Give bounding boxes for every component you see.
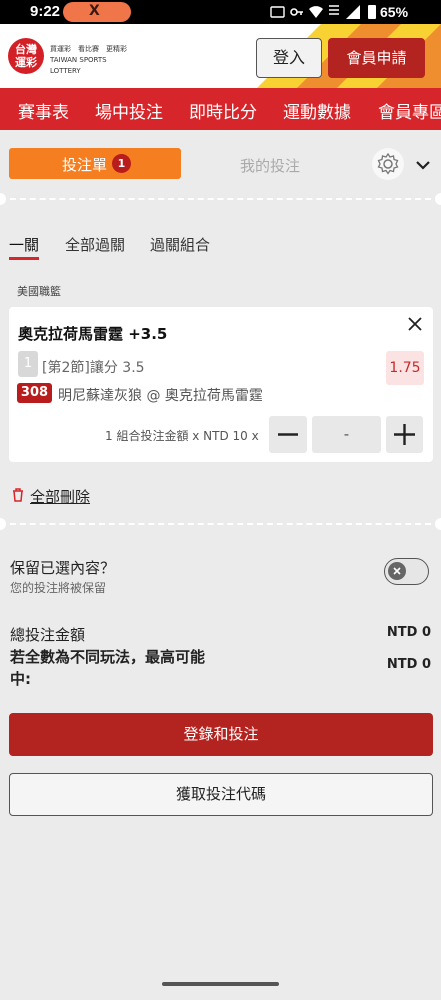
delete-all-label: 全部刪除	[30, 488, 91, 506]
settings-button[interactable]	[372, 148, 404, 180]
nav-item-live-scores[interactable]: 即時比分	[189, 98, 257, 123]
notification-pill: X	[63, 2, 131, 22]
bet-card: 奧克拉荷馬雷霆 +3.5 1 [第2節]讓分 3.5 1.75 308 明尼蘇達…	[9, 307, 433, 462]
divider	[10, 523, 431, 525]
main-nav: 賽事表 場中投注 即時比分 運動數據 會員專區	[0, 88, 441, 130]
divider	[10, 198, 431, 200]
divider-notch	[435, 518, 441, 530]
stake-input[interactable]: -	[312, 416, 381, 453]
chevron-down-icon[interactable]	[414, 156, 432, 174]
decrease-stake-button[interactable]	[269, 416, 307, 453]
status-icons	[270, 4, 370, 20]
odds-value: 1.75	[386, 351, 424, 385]
divider-notch	[435, 193, 441, 205]
x-app-icon: X	[89, 3, 100, 19]
keep-selection-toggle[interactable]	[384, 558, 429, 585]
get-bet-code-button[interactable]: 獲取投注代碼	[9, 773, 433, 816]
logo-tagline: 買運彩 看比賽 更精彩	[50, 45, 127, 53]
minus-icon	[278, 433, 298, 436]
my-bets-tab[interactable]: 我的投注	[240, 155, 300, 176]
betslip-count-badge: 1	[112, 154, 131, 173]
app-header: 台灣 運彩 買運彩 看比賽 更精彩 TAIWAN SPORTS LOTTERY 登…	[0, 24, 441, 88]
increase-stake-button[interactable]	[386, 416, 423, 453]
home-indicator[interactable]	[162, 982, 279, 986]
max-win-value: NTD 0	[386, 657, 431, 672]
bet-market: [第2節]讓分 3.5	[42, 360, 145, 376]
tab-parlay-combo[interactable]: 過關組合	[150, 234, 210, 255]
match-number-badge: 308	[17, 383, 52, 403]
nav-item-live-betting[interactable]: 場中投注	[95, 98, 163, 123]
bet-selection-title: 奧克拉荷馬雷霆 +3.5	[18, 325, 168, 343]
logo-text: 買運彩 看比賽 更精彩 TAIWAN SPORTS LOTTERY	[50, 44, 130, 77]
login-button[interactable]: 登入	[256, 38, 322, 78]
battery-icon	[368, 5, 376, 19]
match-name: 明尼蘇達灰狼 @ 奧克拉荷馬雷霆	[58, 388, 263, 404]
lte-icon	[329, 5, 339, 15]
keep-selection-title: 保留已選內容？	[10, 559, 116, 577]
gear-icon	[377, 152, 399, 175]
logo-icon[interactable]: 台灣 運彩	[8, 38, 44, 74]
login-and-bet-button[interactable]: 登錄和投注	[9, 713, 433, 756]
close-icon	[393, 567, 401, 575]
quarter-icon: 1	[18, 351, 38, 377]
league-label: 美國職籃	[17, 285, 61, 298]
total-stake-label: 總投注金額	[10, 626, 86, 644]
total-stake-value: NTD 0	[386, 625, 431, 640]
tab-single[interactable]: 一關	[9, 234, 39, 255]
active-tab-indicator	[9, 257, 39, 260]
wifi-icon	[309, 6, 323, 18]
max-win-label: 若全數為不同玩法，最高可能中:	[10, 648, 206, 688]
close-icon[interactable]	[407, 316, 423, 332]
toggle-knob	[388, 562, 406, 580]
status-time: 9:22	[30, 3, 61, 20]
tab-all-parlay[interactable]: 全部過關	[65, 234, 125, 255]
nav-item-sports-data[interactable]: 運動數據	[283, 98, 351, 123]
battery-percent: 65%	[380, 4, 409, 20]
nav-item-member[interactable]: 會員專區	[378, 98, 441, 123]
divider-notch	[0, 518, 6, 530]
plus-icon	[394, 424, 415, 445]
betslip-tab-label: 投注單	[62, 156, 108, 174]
divider-notch	[0, 193, 6, 205]
status-bar: 9:22 X 65%	[0, 0, 441, 24]
join-member-button[interactable]: 會員申請	[328, 38, 425, 78]
keep-selection-subtitle: 您的投注將被保留	[10, 581, 107, 595]
nav-item-schedule[interactable]: 賽事表	[18, 98, 69, 123]
logo-english: TAIWAN SPORTS LOTTERY	[50, 56, 107, 75]
betslip-tab[interactable]: 投注單 1	[9, 148, 181, 179]
stake-info: 1 組合投注金額 x NTD 10 x	[105, 429, 259, 443]
key-icon	[290, 8, 303, 16]
volte-icon	[270, 6, 285, 18]
trash-icon	[13, 488, 23, 502]
signal-icon	[346, 5, 360, 19]
